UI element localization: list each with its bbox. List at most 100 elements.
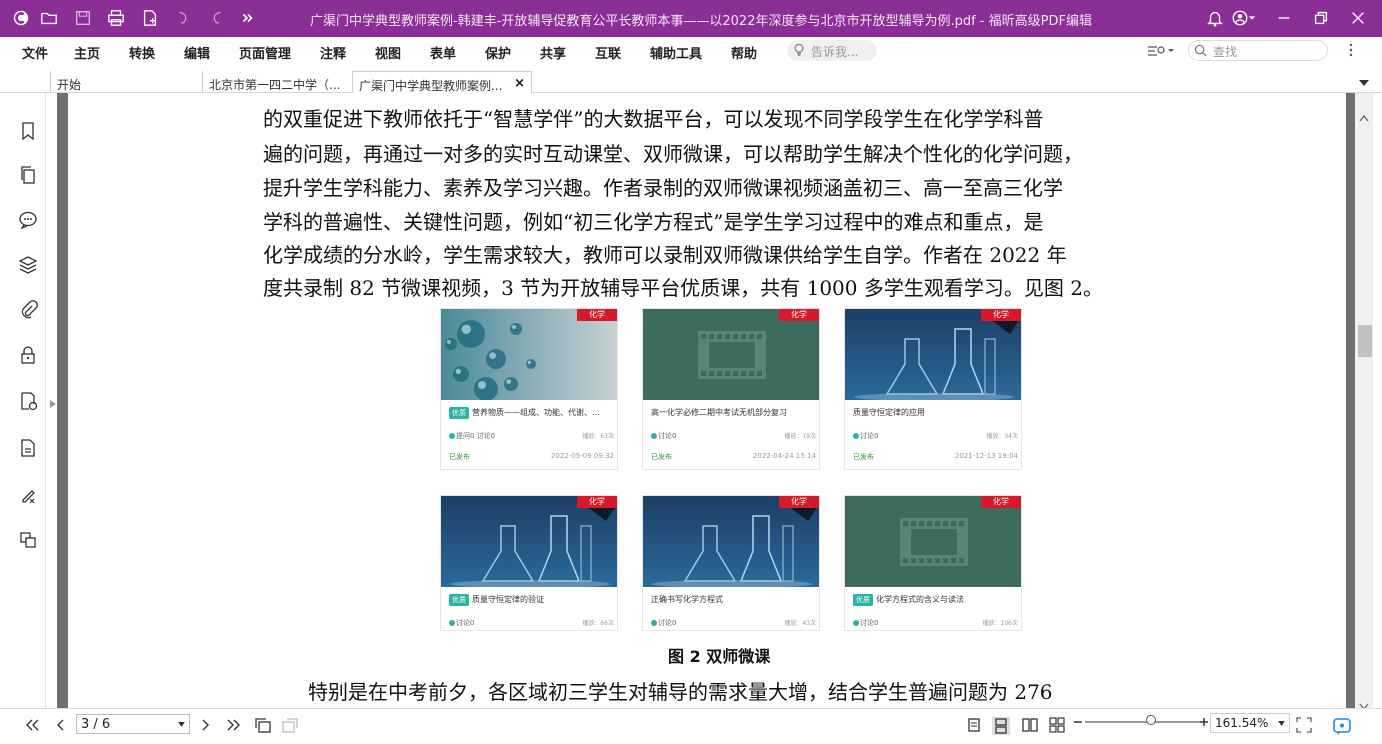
layers-icon[interactable]: [18, 255, 38, 275]
lesson-title[interactable]: 高一化学必修二期中考试无机部分复习: [651, 407, 816, 418]
tab-beijing-142-school[interactable]: 北京市第一四二中学（...: [202, 71, 352, 93]
micro-lesson-card[interactable]: 化学 优质 营养物质——组成、功能、代谢、… 提问0 讨论0 播放：63次 已发布 2022…: [440, 308, 618, 470]
page-dropdown-icon[interactable]: [178, 722, 185, 727]
lesson-thumbnail[interactable]: [643, 496, 819, 587]
play-count: 播放：34次: [986, 433, 1018, 440]
undo-icon[interactable]: [170, 5, 196, 31]
first-page-icon[interactable]: [24, 717, 40, 735]
subject-tag: 化学: [981, 309, 1021, 321]
more-tools-icon[interactable]: [234, 5, 260, 31]
lesson-title[interactable]: 优质 质量守恒定律的验证: [449, 594, 614, 606]
zoom-slider-handle[interactable]: [1146, 715, 1156, 725]
last-page-icon[interactable]: [226, 717, 242, 735]
page-number-input[interactable]: 3 / 6: [76, 714, 190, 734]
menu-edit[interactable]: 编辑: [184, 43, 210, 62]
paragraph-line: 度共录制 82 节微课视频，3 节为开放辅导平台优质课，共有 1000 多学生观…: [263, 276, 1103, 300]
subject-tag: 化学: [577, 496, 617, 508]
quality-badge: 优质: [449, 594, 469, 606]
signature-verify-icon[interactable]: [18, 391, 38, 411]
document-properties-icon[interactable]: [18, 438, 38, 458]
menu-protect[interactable]: 保护: [485, 43, 511, 62]
lesson-thumbnail[interactable]: [643, 309, 819, 400]
scroll-down-icon[interactable]: [1359, 696, 1369, 711]
vertical-scrollbar[interactable]: [1355, 93, 1373, 711]
paragraph-line: 的双重促进下教师依托于“智慧学伴”的大数据平台，可以发现不同学段学生在化学学科普: [263, 107, 1044, 131]
print-icon[interactable]: [103, 5, 129, 31]
lesson-title[interactable]: 优质 营养物质——组成、功能、代谢、…: [449, 407, 614, 419]
comments-icon[interactable]: [18, 210, 38, 230]
open-folder-icon[interactable]: [36, 5, 62, 31]
tab-guangqumen-case[interactable]: 广渠门中学典型教师案例... ×: [352, 71, 532, 93]
discussion-icon: [651, 620, 657, 626]
menu-file[interactable]: 文件: [22, 43, 48, 62]
lesson-title[interactable]: 质量守恒定律的应用: [853, 407, 1018, 418]
compare-pages-icon[interactable]: [18, 530, 38, 550]
micro-lesson-card[interactable]: 化学 质量守恒定律的应用 讨论0 播放：34次 已发布 2021-12-13 19:04: [844, 308, 1022, 470]
menu-page-management[interactable]: 页面管理: [239, 43, 291, 62]
previous-view-icon[interactable]: [254, 717, 272, 735]
tell-me-input[interactable]: 告诉我...: [787, 40, 877, 61]
new-document-icon[interactable]: [137, 5, 163, 31]
search-options-icon[interactable]: [1146, 42, 1176, 60]
restore-icon[interactable]: [1308, 5, 1334, 31]
page-thumbnails-icon[interactable]: [18, 165, 38, 185]
micro-lesson-card[interactable]: 化学 优质 质量守恒定律的验证 讨论0 播放：66次: [440, 495, 618, 631]
next-page-icon[interactable]: [198, 717, 214, 735]
zoom-dropdown-icon[interactable]: [1278, 721, 1285, 726]
lesson-title[interactable]: 优质 化学方程式的含义与读法: [853, 594, 1018, 606]
menu-share[interactable]: 共享: [540, 43, 566, 62]
menu-comment[interactable]: 注释: [320, 43, 346, 62]
lesson-thumbnail[interactable]: [441, 496, 617, 587]
lesson-thumbnail[interactable]: [845, 309, 1021, 400]
assistant-icon[interactable]: [1333, 717, 1351, 735]
lesson-title[interactable]: 正确书写化学方程式: [651, 594, 816, 605]
menu-convert[interactable]: 转换: [129, 43, 155, 62]
tab-label: 广渠门中学典型教师案例...: [359, 79, 503, 93]
notification-bell-icon[interactable]: [1202, 5, 1228, 31]
expand-sidebar-icon[interactable]: [49, 394, 57, 408]
more-options-icon[interactable]: [1346, 41, 1356, 59]
scroll-up-icon[interactable]: [1359, 107, 1369, 122]
close-tab-icon[interactable]: ×: [514, 76, 525, 91]
menu-connect[interactable]: 互联: [595, 43, 621, 62]
search-input[interactable]: 查找: [1188, 40, 1328, 61]
zoom-level-input[interactable]: 161.54%: [1210, 713, 1290, 733]
micro-lesson-card[interactable]: 化学 正确书写化学方程式 讨论0 播放：43次: [642, 495, 820, 631]
menu-view[interactable]: 视图: [375, 43, 401, 62]
tab-list-dropdown-icon[interactable]: [1358, 73, 1370, 86]
micro-lesson-card[interactable]: 化学 高一化学必修二期中考试无机部分复习 讨论0 播放：19次 已发布 2022-04-2…: [642, 308, 820, 470]
fill-sign-icon[interactable]: [18, 485, 38, 505]
micro-lesson-card[interactable]: 化学 优质 化学方程式的含义与读法 讨论0 播放：106次: [844, 495, 1022, 631]
menu-help[interactable]: 帮助: [731, 43, 757, 62]
discussion-icon: [651, 433, 657, 439]
paragraph-line: 化学成绩的分水岭，学生需求较大，教师可以录制双师微课供给学生自学。作者在 202…: [263, 243, 1067, 267]
single-page-view-icon[interactable]: [966, 717, 982, 735]
menu-accessibility-tools[interactable]: 辅助工具: [650, 43, 702, 62]
app-logo-icon[interactable]: [8, 5, 34, 31]
zoom-out-icon[interactable]: [1073, 714, 1083, 732]
continuous-facing-view-icon[interactable]: [1048, 717, 1066, 735]
previous-page-icon[interactable]: [52, 717, 68, 735]
menu-home[interactable]: 主页: [74, 43, 100, 62]
minimize-icon[interactable]: [1271, 5, 1297, 31]
security-lock-icon[interactable]: [18, 345, 38, 365]
next-view-icon[interactable]: [281, 717, 299, 735]
lesson-thumbnail[interactable]: [845, 496, 1021, 587]
document-viewer[interactable]: 的双重促进下教师依托于“智慧学伴”的大数据平台，可以发现不同学段学生在化学学科普…: [57, 93, 1355, 708]
save-icon[interactable]: [70, 5, 96, 31]
paragraph-line: 遍的问题，再通过一对多的实时互动课堂、双师微课，可以帮助学生解决个性化的化学问题…: [263, 142, 1083, 166]
menu-form[interactable]: 表单: [430, 43, 456, 62]
redo-icon[interactable]: [204, 5, 230, 31]
continuous-view-icon[interactable]: [992, 717, 1010, 735]
zoom-slider[interactable]: [1085, 721, 1200, 723]
lesson-thumbnail[interactable]: [441, 309, 617, 400]
zoom-in-icon[interactable]: [1199, 714, 1209, 732]
facing-view-icon[interactable]: [1021, 717, 1039, 735]
account-dropdown-icon[interactable]: [1246, 5, 1258, 31]
close-window-icon[interactable]: [1345, 5, 1371, 31]
tab-start[interactable]: 开始: [50, 71, 200, 93]
scrollbar-thumb[interactable]: [1358, 325, 1372, 357]
full-screen-icon[interactable]: [1296, 717, 1312, 735]
attachment-icon[interactable]: [18, 300, 38, 320]
bookmark-icon[interactable]: [18, 121, 38, 141]
